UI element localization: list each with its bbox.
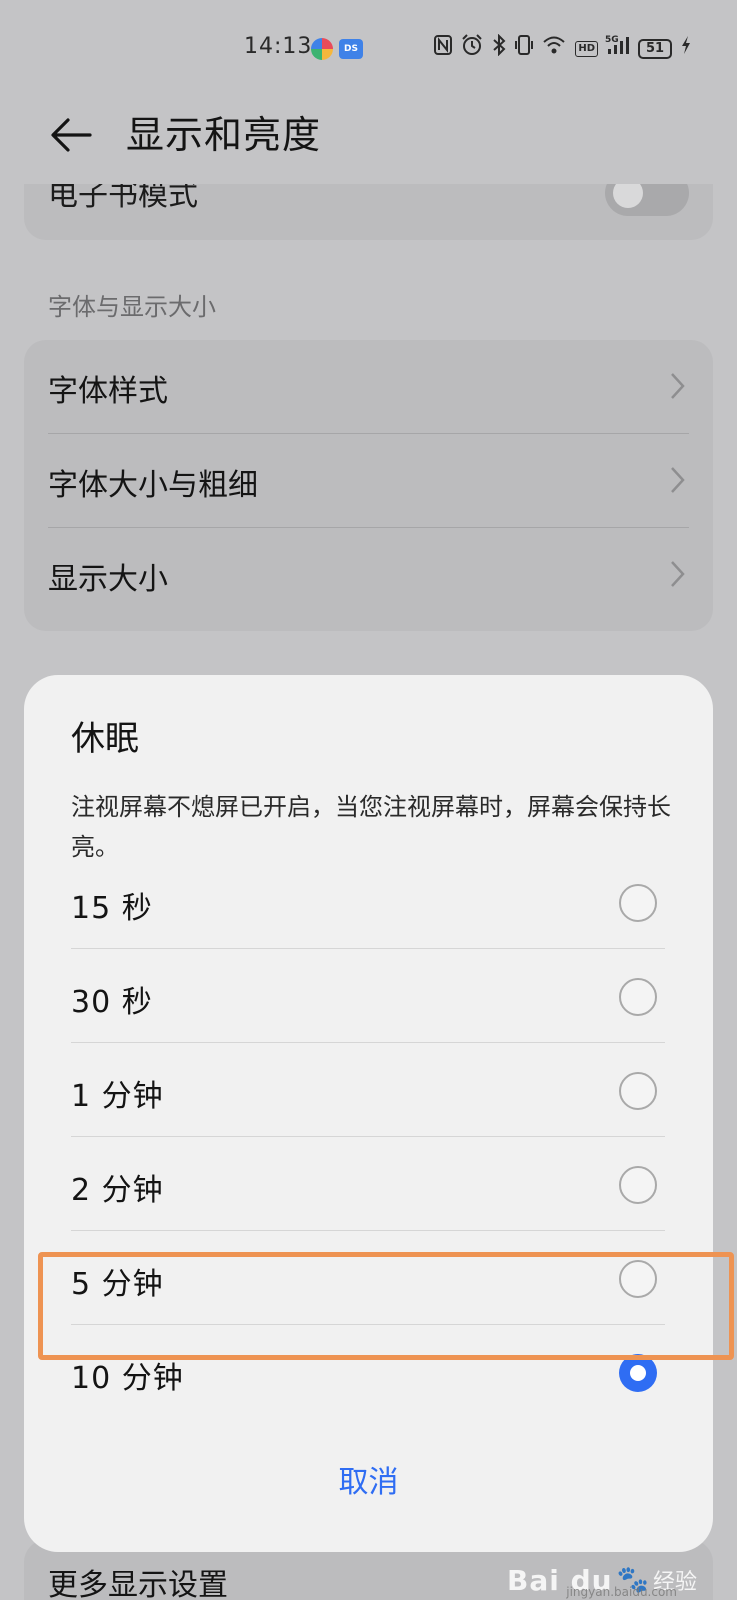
- status-bar: 14:13 DS HD 5G 51: [0, 0, 737, 100]
- header: 显示和亮度: [0, 100, 737, 184]
- radio-button[interactable]: [619, 1072, 657, 1110]
- app-notification-icon-2: DS: [339, 39, 363, 59]
- list-item-label: 字体大小与粗细: [48, 468, 258, 503]
- list-item-font-size-weight[interactable]: 字体大小与粗细: [24, 434, 713, 528]
- option-label: 15 秒: [71, 891, 153, 926]
- list-item-label: 显示大小: [48, 562, 168, 597]
- cancel-button[interactable]: 取消: [24, 1453, 713, 1513]
- battery-icon: 51: [638, 39, 672, 59]
- charging-icon: [681, 35, 691, 63]
- vibrate-icon: [515, 34, 534, 64]
- status-time: 14:13: [244, 34, 313, 59]
- list-item-label: 字体样式: [48, 374, 168, 409]
- signal-5g-icon: 5G: [605, 35, 629, 63]
- option-30s[interactable]: 30 秒: [71, 949, 665, 1043]
- option-1min[interactable]: 1 分钟: [71, 1043, 665, 1137]
- list-item-font-style[interactable]: 字体样式: [24, 340, 713, 434]
- network-type: 5G: [605, 35, 619, 45]
- radio-button[interactable]: [619, 1166, 657, 1204]
- option-label: 2 分钟: [71, 1173, 164, 1208]
- sleep-dialog: 休眠 注视屏幕不熄屏已开启，当您注视屏幕时，屏幕会保持长亮。 15 秒 30 秒…: [24, 675, 713, 1552]
- chevron-right-icon: [671, 467, 685, 493]
- more-display-settings-label[interactable]: 更多显示设置: [48, 1560, 228, 1600]
- font-settings-card: 字体样式 字体大小与粗细 显示大小: [24, 340, 713, 631]
- bluetooth-icon: [492, 33, 506, 64]
- option-label: 1 分钟: [71, 1079, 164, 1114]
- option-15s[interactable]: 15 秒: [71, 855, 665, 949]
- hd-icon: HD: [575, 41, 598, 57]
- alarm-icon: [461, 34, 483, 64]
- option-2min[interactable]: 2 分钟: [71, 1137, 665, 1231]
- chevron-right-icon: [671, 373, 685, 399]
- highlight-annotation: [38, 1252, 734, 1360]
- wifi-icon: [542, 35, 566, 63]
- watermark-url: jingyan.baidu.com: [566, 1585, 677, 1599]
- radio-button[interactable]: [619, 978, 657, 1016]
- radio-button[interactable]: [619, 884, 657, 922]
- back-arrow-icon[interactable]: [46, 110, 96, 160]
- list-item-display-size[interactable]: 显示大小: [24, 528, 713, 622]
- section-header-font: 字体与显示大小: [48, 293, 216, 321]
- option-label: 30 秒: [71, 985, 153, 1020]
- dialog-title: 休眠: [71, 719, 139, 759]
- page-title: 显示和亮度: [126, 113, 322, 157]
- nfc-icon: [434, 35, 453, 63]
- status-icons: HD 5G 51: [434, 33, 691, 64]
- app-notification-icon: [311, 38, 333, 60]
- chevron-right-icon: [671, 561, 685, 587]
